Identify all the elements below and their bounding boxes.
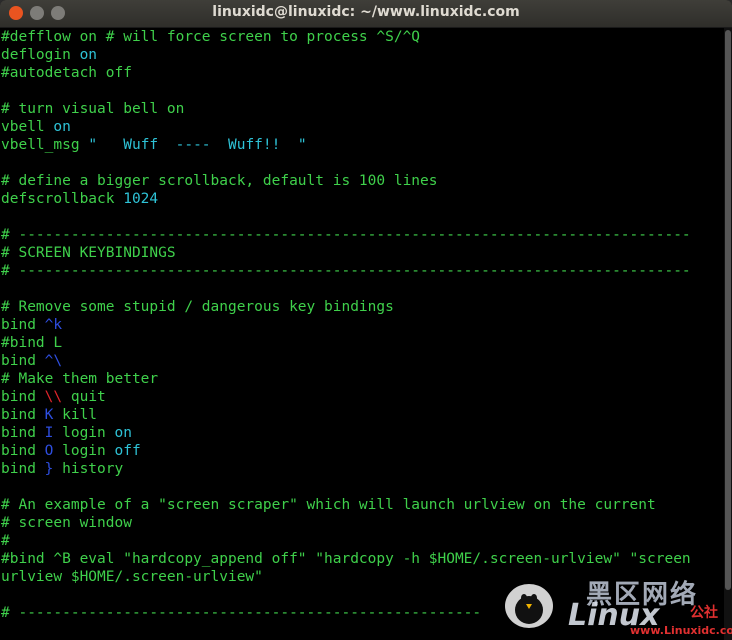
terminal-text-segment: bind [1,353,45,369]
terminal-text-segment: # --------------------------------------… [1,227,691,243]
terminal-line: # An example of a "screen scraper" which… [1,496,721,514]
terminal-line: # turn visual bell on [1,100,721,118]
terminal-text-segment: # --------------------------------------… [1,263,691,279]
terminal-line: vbell_msg " Wuff ---- Wuff!! " [1,136,721,154]
terminal-line: # --------------------------------------… [1,226,721,244]
terminal-line: #defflow on # will force screen to proce… [1,28,721,46]
terminal-text-segment: ^k [44,317,63,333]
terminal-text-segment: on [114,425,132,441]
terminal-text-segment: history [53,461,124,477]
terminal-text-segment: on [53,119,71,135]
terminal-text-segment: bind [1,461,45,477]
terminal-text-segment: login [53,443,115,459]
terminal-line: #bind L [1,334,721,352]
watermark-url: www.Linuxidc.com [630,624,732,637]
terminal-text-segment: " Wuff ---- Wuff!! " [88,137,307,153]
terminal-text-segment: off [114,443,141,459]
terminal-line: # define a bigger scrollback, default is… [1,172,721,190]
terminal-line: # screen window [1,514,721,532]
terminal-text-segment: deflogin [1,47,80,63]
terminal-text-segment: bind [1,389,45,405]
terminal-text-segment: #bind ^B eval "hardcopy_append off" "har… [1,551,691,567]
terminal-text-segment: kill [53,407,98,423]
terminal-text-segment: # An example of a "screen scraper" which… [1,497,656,513]
terminal-line: bind K kill [1,406,721,424]
terminal-text-segment: # SCREEN KEYBINDINGS [1,245,176,261]
terminal-text-segment: vbell_msg [1,137,89,153]
terminal-text-segment: # [1,533,10,549]
terminal-text-segment: # turn visual bell on [1,101,185,117]
terminal-text-segment: defscrollback [1,191,124,207]
terminal-text-segment: #autodetach off [1,65,132,81]
terminal-line: #bind ^B eval "hardcopy_append off" "har… [1,550,721,568]
terminal-text-segment: # screen window [1,515,132,531]
terminal-text-segment: bind [1,317,45,333]
terminal-text-segment: #bind L [1,335,63,351]
watermark-text-community: 公社 [690,605,718,621]
terminal-text-segment: # Remove some stupid / dangerous key bin… [1,299,394,315]
terminal-text-segment: # define a bigger scrollback, default is… [1,173,438,189]
terminal-line: vbell on [1,118,721,136]
terminal-text-segment: bind [1,443,45,459]
terminal-text-segment: on [79,47,98,63]
terminal-text-segment: #defflow on # will force screen to proce… [1,29,421,45]
terminal-text-segment: ^\ [44,353,63,369]
terminal-text-segment: bind [1,425,45,441]
terminal-content[interactable]: #defflow on # will force screen to proce… [0,28,721,640]
terminal-text-segment: vbell [1,119,54,135]
title-bar[interactable]: linuxidc@linuxidc: ~/www.linuxidc.com [0,0,732,28]
scrollbar-thumb[interactable] [725,30,731,590]
terminal-text-segment: 1024 [123,191,159,207]
terminal-line: bind } history [1,460,721,478]
terminal-line: bind ^\ [1,352,721,370]
terminal-line: # [1,532,721,550]
terminal-line: # --------------------------------------… [1,262,721,280]
terminal-line: # Make them better [1,370,721,388]
terminal-line: bind O login off [1,442,721,460]
scrollbar[interactable] [724,28,732,640]
terminal-line: # SCREEN KEYBINDINGS [1,244,721,262]
window-title: linuxidc@linuxidc: ~/www.linuxidc.com [212,4,520,20]
terminal-line: bind ^k [1,316,721,334]
terminal-line: bind \\ quit [1,388,721,406]
terminal-text-segment: # --------------------------------------… [1,605,482,621]
terminal-line: deflogin on [1,46,721,64]
terminal-text-segment: login [53,425,115,441]
terminal-text-segment: quit [62,389,106,405]
penguin-logo-icon [505,584,553,628]
terminal-text-segment: \\ [44,389,63,405]
terminal-window: linuxidc@linuxidc: ~/www.linuxidc.com #d… [0,0,732,640]
terminal-line: bind I login on [1,424,721,442]
watermark: 黑区网络 Linux 公社 www.Linuxidc.com [500,572,732,640]
terminal-line: defscrollback 1024 [1,190,721,208]
terminal-line: #autodetach off [1,64,721,82]
terminal-text-segment: bind [1,407,45,423]
terminal-text-segment: urlview $HOME/.screen-urlview" [1,569,263,585]
terminal-text-segment: # Make them better [1,371,159,387]
terminal-line: # Remove some stupid / dangerous key bin… [1,298,721,316]
